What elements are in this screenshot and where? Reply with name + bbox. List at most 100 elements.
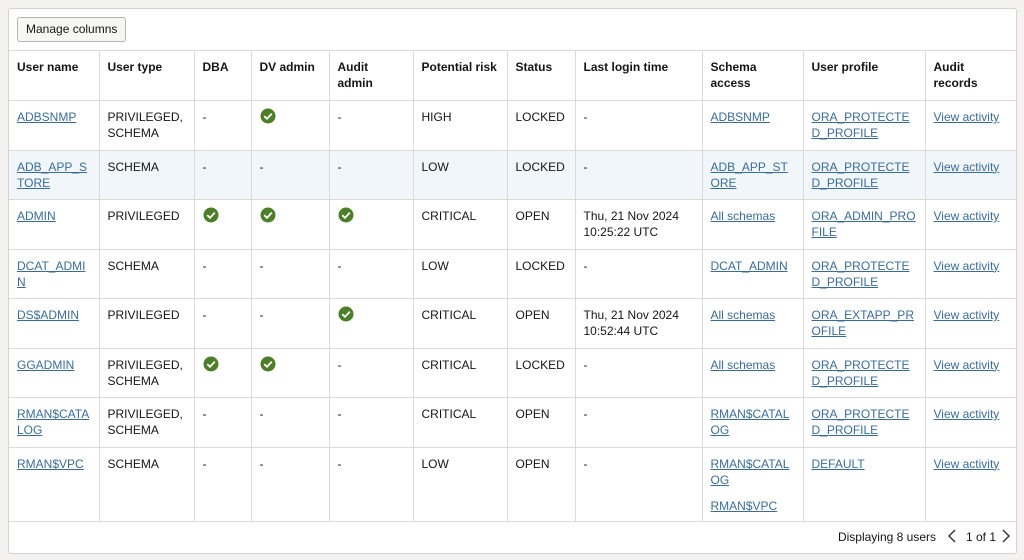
user-name-link[interactable]: RMAN$VPC	[17, 457, 84, 471]
schema-access-link[interactable]: RMAN$CATALOG	[711, 406, 795, 438]
column-header-user-profile[interactable]: User profile	[803, 50, 926, 101]
user-profile-link[interactable]: ORA_PROTECTED_PROFILE	[812, 110, 910, 140]
column-header-potential-risk[interactable]: Potential risk	[413, 50, 508, 101]
cell-status: OPEN	[507, 199, 576, 250]
user-name-link[interactable]: DS$ADMIN	[17, 308, 79, 322]
user-profile-link[interactable]: ORA_ADMIN_PROFILE	[812, 209, 916, 239]
cell-schema-access: ADBSNMP	[702, 100, 804, 151]
cell-potential-risk: CRITICAL	[413, 397, 508, 448]
cell-user-name: ADB_APP_STORE	[9, 150, 100, 200]
column-header-dv-admin[interactable]: DV admin	[251, 50, 330, 101]
cell-user-profile: ORA_PROTECTED_PROFILE	[803, 150, 926, 200]
cell-potential-risk: HIGH	[413, 100, 508, 151]
column-header-schema-access[interactable]: Schema access	[702, 50, 804, 101]
column-header-status[interactable]: Status	[507, 50, 576, 101]
user-name-link[interactable]: DCAT_ADMIN	[17, 259, 85, 289]
user-name-link[interactable]: GGADMIN	[17, 358, 74, 372]
column-header-user-name[interactable]: User name	[9, 50, 100, 101]
table-row: DCAT_ADMIN SCHEMA - - - LOW LOCKED - DCAT_ADMIN O…	[9, 249, 1016, 299]
cell-status: LOCKED	[507, 348, 576, 398]
user-profile-link[interactable]: DEFAULT	[812, 457, 865, 471]
cell-user-name: ADMIN	[9, 199, 100, 250]
column-header-audit-admin[interactable]: Audit admin	[329, 50, 414, 101]
cell-user-name: RMAN$CATALOG	[9, 397, 100, 448]
cell-user-type: SCHEMA	[99, 150, 195, 200]
view-activity-link[interactable]: View activity	[934, 110, 1000, 124]
schema-access-link[interactable]: ADB_APP_STORE	[711, 159, 795, 191]
cell-schema-access: DCAT_ADMIN	[702, 249, 804, 299]
empty-value: -	[202, 159, 207, 174]
empty-value: -	[202, 308, 207, 322]
check-circle-icon	[260, 207, 275, 223]
schema-access-link[interactable]: All schemas	[711, 307, 795, 323]
user-name-link[interactable]: ADB_APP_STORE	[17, 160, 87, 190]
cell-last-login-time: -	[575, 150, 703, 200]
cell-user-type: PRIVILEGED, SCHEMA	[99, 348, 195, 398]
user-profile-link[interactable]: ORA_PROTECTED_PROFILE	[812, 160, 910, 190]
cell-user-name: ADBSNMP	[9, 100, 100, 151]
column-header-dba[interactable]: DBA	[194, 50, 252, 101]
table-row: ADB_APP_STORE SCHEMA - - - LOW LOCKED - ADB_APP_…	[9, 150, 1016, 200]
cell-audit-admin: -	[329, 150, 414, 200]
view-activity-link[interactable]: View activity	[934, 259, 1000, 273]
view-activity-link[interactable]: View activity	[934, 308, 1000, 322]
page-indicator: 1 of 1	[965, 530, 996, 544]
column-header-user-type[interactable]: User type	[99, 50, 195, 101]
column-header-last-login-time[interactable]: Last login time	[575, 50, 703, 101]
cell-dv-admin	[251, 100, 330, 151]
table-row: GGADMIN PRIVILEGED, SCHEMA - CRITICAL LOCKED…	[9, 348, 1016, 398]
cell-audit-records: View activity	[925, 150, 1016, 200]
check-circle-icon	[203, 356, 218, 371]
cell-audit-records: View activity	[925, 249, 1016, 299]
user-profile-link[interactable]: ORA_PROTECTED_PROFILE	[812, 259, 910, 289]
check-circle-icon	[338, 207, 353, 223]
cell-audit-records: View activity	[925, 397, 1016, 448]
cell-user-name: RMAN$VPC	[9, 447, 100, 522]
schema-access-link[interactable]: All schemas	[711, 357, 795, 373]
column-header-audit-records[interactable]: Audit records	[925, 50, 1016, 101]
user-name-link[interactable]: ADMIN	[17, 209, 56, 223]
empty-value: -	[259, 258, 264, 273]
schema-access-link[interactable]: ADBSNMP	[711, 109, 795, 125]
view-activity-link[interactable]: View activity	[934, 160, 1000, 174]
cell-potential-risk: LOW	[413, 447, 508, 522]
schema-access-link[interactable]: RMAN$CATALOG	[711, 456, 795, 488]
cell-user-type: PRIVILEGED	[99, 199, 195, 250]
schema-access-link[interactable]: RMAN$VPC	[711, 498, 795, 514]
empty-value: -	[202, 258, 207, 273]
cell-status: LOCKED	[507, 100, 576, 151]
user-name-link[interactable]: RMAN$CATALOG	[17, 407, 89, 437]
view-activity-link[interactable]: View activity	[934, 457, 1000, 471]
users-table: User name User type DBA DV admin Audit a…	[9, 50, 1016, 522]
cell-audit-admin	[329, 199, 414, 250]
view-activity-link[interactable]: View activity	[934, 209, 1000, 223]
schema-access-link[interactable]: All schemas	[711, 208, 795, 224]
cell-potential-risk: CRITICAL	[413, 348, 508, 398]
check-circle-icon	[203, 207, 218, 223]
cell-user-type: PRIVILEGED, SCHEMA	[99, 397, 195, 448]
user-profile-link[interactable]: ORA_EXTAPP_PROFILE	[812, 308, 914, 338]
cell-dba: -	[194, 397, 252, 448]
chevron-left-icon[interactable]	[946, 528, 960, 544]
manage-columns-button[interactable]: Manage columns	[17, 17, 127, 42]
check-circle-icon	[260, 356, 275, 371]
view-activity-link[interactable]: View activity	[934, 407, 1000, 421]
cell-dba: -	[194, 249, 252, 299]
cell-user-type: SCHEMA	[99, 249, 195, 299]
cell-audit-records: View activity	[925, 100, 1016, 151]
user-profile-link[interactable]: ORA_PROTECTED_PROFILE	[812, 407, 910, 437]
user-name-link[interactable]: ADBSNMP	[17, 110, 76, 124]
cell-schema-access: ADB_APP_STORE	[702, 150, 804, 200]
cell-status: LOCKED	[507, 150, 576, 200]
user-profile-link[interactable]: ORA_PROTECTED_PROFILE	[812, 358, 910, 388]
cell-audit-admin: -	[329, 348, 414, 398]
chevron-right-icon[interactable]	[998, 528, 1012, 544]
cell-user-profile: ORA_PROTECTED_PROFILE	[803, 397, 926, 448]
cell-user-profile: ORA_PROTECTED_PROFILE	[803, 348, 926, 398]
cell-audit-admin: -	[329, 249, 414, 299]
empty-value: -	[337, 258, 342, 273]
cell-status: OPEN	[507, 397, 576, 448]
cell-potential-risk: LOW	[413, 249, 508, 299]
view-activity-link[interactable]: View activity	[934, 358, 1000, 372]
schema-access-link[interactable]: DCAT_ADMIN	[711, 258, 795, 274]
